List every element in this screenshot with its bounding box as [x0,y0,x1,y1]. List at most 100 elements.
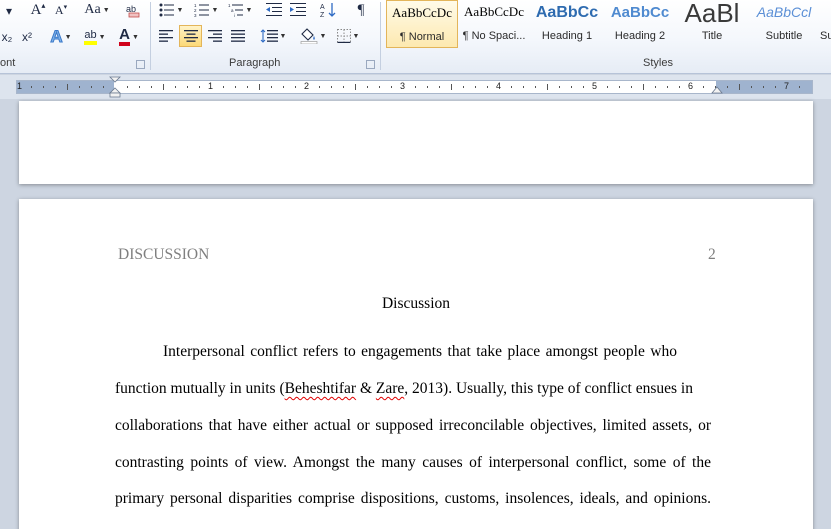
align-center-button[interactable] [179,25,202,47]
style-sample: AaBbCc [535,4,599,21]
change-case-label: Aa [84,2,101,17]
spelling-error[interactable]: Zare [376,380,404,397]
ruler-tick [439,86,440,88]
paragraph-dialog-launcher[interactable] [366,60,375,69]
ruler-tick [559,86,560,88]
ruler-tick [319,86,320,88]
ruler-tick [619,86,620,88]
body-text: , 2013). Usually, this type of conflict … [404,380,693,397]
bullets-button[interactable]: ▼ [156,0,186,20]
clear-formatting-button[interactable]: ab [124,0,142,20]
subscript-icon: x₂ [1,30,13,44]
shrink-font-button[interactable]: A▾ [52,0,70,20]
justify-button[interactable] [228,26,248,46]
style-heading-2[interactable]: AaBbCc Heading 2 [604,0,676,48]
ruler-tick [367,86,368,88]
body-line: Interpersonal conflict refers to engagem… [163,343,677,360]
ruler-tick [139,86,140,88]
change-case-button[interactable]: Aa ▼ [82,0,112,20]
align-left-button[interactable] [156,26,176,46]
ruler-tick [151,86,152,88]
ruler-tick [739,84,740,90]
body-line: collaborations that have either actual o… [115,417,711,434]
ruler-tick [247,86,248,88]
borders-button[interactable]: ▼ [334,26,362,46]
ruler-tick [91,86,92,88]
ruler-number: 1 [208,81,214,91]
show-formatting-button[interactable]: ¶ [352,0,370,20]
font-dialog-launcher[interactable] [136,60,145,69]
ruler-number: 2 [304,81,310,91]
ruler-track: 1 1 2 3 4 5 6 7 [16,80,813,94]
ruler-tick [343,86,344,88]
style-no-spacing[interactable]: AaBbCcDc ¶ No Spaci... [458,0,530,48]
style-sample: AaBbCc [610,4,670,21]
ruler-tick [511,86,512,88]
style-subtle-emphasis[interactable]: Su [820,0,831,48]
ruler-number: 6 [688,81,694,91]
style-name: Su [820,30,831,42]
style-name: ¶ Normal [399,31,445,43]
body-line: function mutually in units (Beheshtifar … [115,380,711,398]
font-group-label: ont [0,57,16,69]
paint-bucket-icon [300,28,317,44]
subscript-button[interactable]: x₂ [0,27,14,47]
ruler-tick [259,84,260,90]
chevron-down-icon: ▼ [64,33,72,41]
style-heading-1[interactable]: AaBbCc Heading 1 [531,0,603,48]
style-normal[interactable]: AaBbCcDc ¶ Normal [386,0,458,48]
style-name: Subtitle [765,30,803,42]
style-sample: AaBbCcDc [464,4,524,19]
document-page[interactable] [19,101,813,184]
ruler-tick [175,86,176,88]
ruler-tick [235,86,236,88]
text-effects-button[interactable]: A ▼ [48,27,74,47]
indent-markers-icon[interactable] [109,76,121,99]
ruler-tick [67,84,68,90]
superscript-button[interactable]: x² [18,27,36,47]
ruler-tick [283,86,284,88]
right-indent-marker-icon[interactable] [711,84,723,96]
ruler-tick [475,86,476,88]
font-color-button[interactable]: A ▼ [114,27,144,47]
ribbon: ▾ A▴ A▾ Aa ▼ ab x₂ x² A ▼ ab ▼ A ▼ ont ▼… [0,0,831,74]
style-title[interactable]: AaBl Title [676,0,748,48]
grow-font-button[interactable]: A▴ [28,0,48,20]
highlight-button[interactable]: ab ▼ [80,27,110,47]
chevron-down-icon: ▼ [279,32,287,40]
decrease-indent-button[interactable] [264,0,284,20]
style-subtitle[interactable]: AaBbCcl Subtitle [748,0,820,48]
line-spacing-button[interactable]: ▼ [258,26,288,46]
align-left-icon [159,30,173,42]
text-effects-icon: A [50,27,63,47]
numbering-button[interactable]: 1 2 3 ▼ [192,0,220,20]
style-name: ¶ No Spaci... [462,30,526,42]
ruler-tick [703,86,704,88]
chevron-down-icon: ▼ [131,33,139,41]
font-color-icon: A [119,27,130,46]
increase-indent-button[interactable] [288,0,308,20]
multilevel-list-icon: 1 a i [228,3,243,17]
ruler-tick [271,86,272,88]
horizontal-ruler[interactable]: 1 1 2 3 4 5 6 7 [0,75,831,99]
ruler-tick [187,86,188,88]
paragraph-group-label: Paragraph [229,57,281,69]
document-page[interactable]: DISCUSSION 2 Discussion Interpersonal co… [19,199,813,529]
align-right-button[interactable] [205,26,225,46]
ruler-tick [31,86,32,88]
ruler-tick [55,86,56,88]
styles-group-label: Styles [643,57,673,69]
running-header: DISCUSSION [118,246,210,263]
shading-button[interactable]: ▼ [298,26,328,46]
ruler-tick [463,86,464,88]
chevron-down-icon: ▼ [245,6,253,14]
group-divider [150,2,151,70]
spelling-error[interactable]: Beheshtifar [285,380,356,397]
group-divider [380,2,381,70]
styles-gallery: AaBbCcDc ¶ Normal AaBbCcDc ¶ No Spaci...… [384,0,831,50]
ruler-tick [379,86,380,88]
svg-text:ab: ab [126,4,136,14]
ruler-tick [451,84,452,90]
sort-button[interactable]: A Z [318,0,338,20]
multilevel-list-button[interactable]: 1 a i ▼ [226,0,254,20]
